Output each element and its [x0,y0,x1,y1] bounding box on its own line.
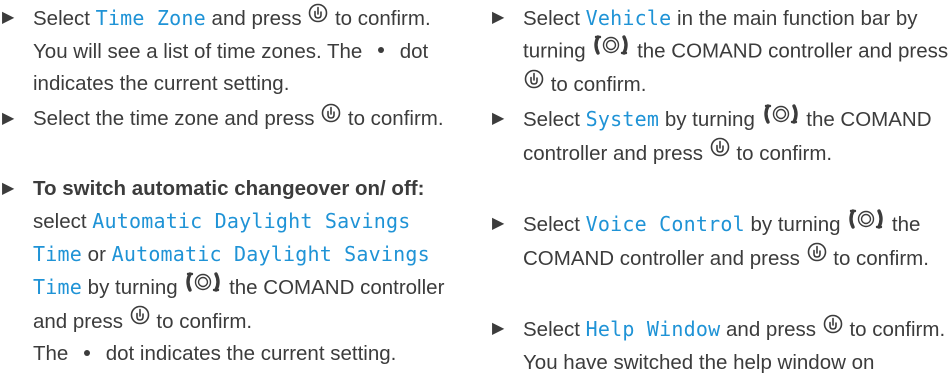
instruction-step: ▶ To switch automatic changeover on/ off… [0,173,470,370]
menu-item-vehicle: Vehicle [585,6,672,30]
instruction-step: ▶ Select Time Zone and press to confirm.… [0,2,470,100]
turn-controller-icon [591,33,631,67]
step-arrow-icon: ▶ [492,215,505,232]
step-text: The [33,342,75,366]
step-text: the COMAND controller and press [631,39,949,63]
step-heading: To switch automatic changeover on/ off: [33,177,425,200]
step-text: You have switched the help window on [523,350,875,374]
press-controller-icon [822,313,844,345]
step-text: or [81,243,112,266]
step-text: to confirm. [730,141,833,165]
press-controller-icon [307,2,329,34]
step-text: to confirm. [150,309,253,333]
step-text: to confirm. [843,318,946,341]
press-controller-icon [709,136,731,168]
step-text: Select [523,108,586,131]
press-controller-icon [523,68,545,100]
menu-item-time-zone: Time Zone [95,6,206,30]
step-text: by turning [744,213,847,236]
turn-controller-icon [183,270,223,304]
step-arrow-icon: ▶ [492,320,505,337]
step-text: to confirm. [342,107,444,130]
turn-controller-icon [761,102,801,136]
left-column: ▶ Select Time Zone and press to confirm.… [0,0,470,365]
step-text: and press [720,318,822,341]
step-text: dot indicates the current setting. [100,342,397,366]
step-text: to confirm. [329,7,431,30]
instruction-step: ▶ Select System by turning the COMAND co… [490,103,951,170]
instruction-step: ▶ Select Help Window and press to confir… [490,313,945,379]
step-text: Select the time zone and press [33,107,321,130]
menu-item-voice-control: Voice Control [585,212,745,236]
turn-controller-icon [846,207,886,241]
step-text: You will see a list of time zones. The [33,39,369,63]
current-setting-dot-icon [378,47,385,54]
press-controller-icon [129,304,151,336]
step-text: and press [205,7,308,30]
menu-item-system: System [585,107,660,131]
step-arrow-icon: ▶ [2,180,15,197]
step-arrow-icon: ▶ [2,9,15,26]
instruction-step: ▶ Select Voice Control by turning the CO… [490,208,951,275]
step-text: to confirm. [827,246,929,270]
current-setting-dot-icon [84,349,91,356]
step-arrow-icon: ▶ [2,110,15,127]
step-text: Select [33,7,96,30]
menu-item-help-window: Help Window [585,317,721,341]
step-arrow-icon: ▶ [492,110,505,127]
step-text: by turning [659,108,761,131]
step-text: select [33,210,93,233]
step-text: Select [523,318,586,341]
step-text: Select [523,7,586,30]
instruction-step: ▶ Select Vehicle in the main function ba… [490,2,951,102]
press-controller-icon [806,241,828,273]
press-controller-icon [320,102,342,134]
step-text: by turning [81,276,184,299]
step-text: Select [523,213,586,236]
step-arrow-icon: ▶ [492,9,505,26]
step-text: to confirm. [545,73,647,96]
instruction-step: ▶ Select the time zone and press to conf… [0,103,444,136]
